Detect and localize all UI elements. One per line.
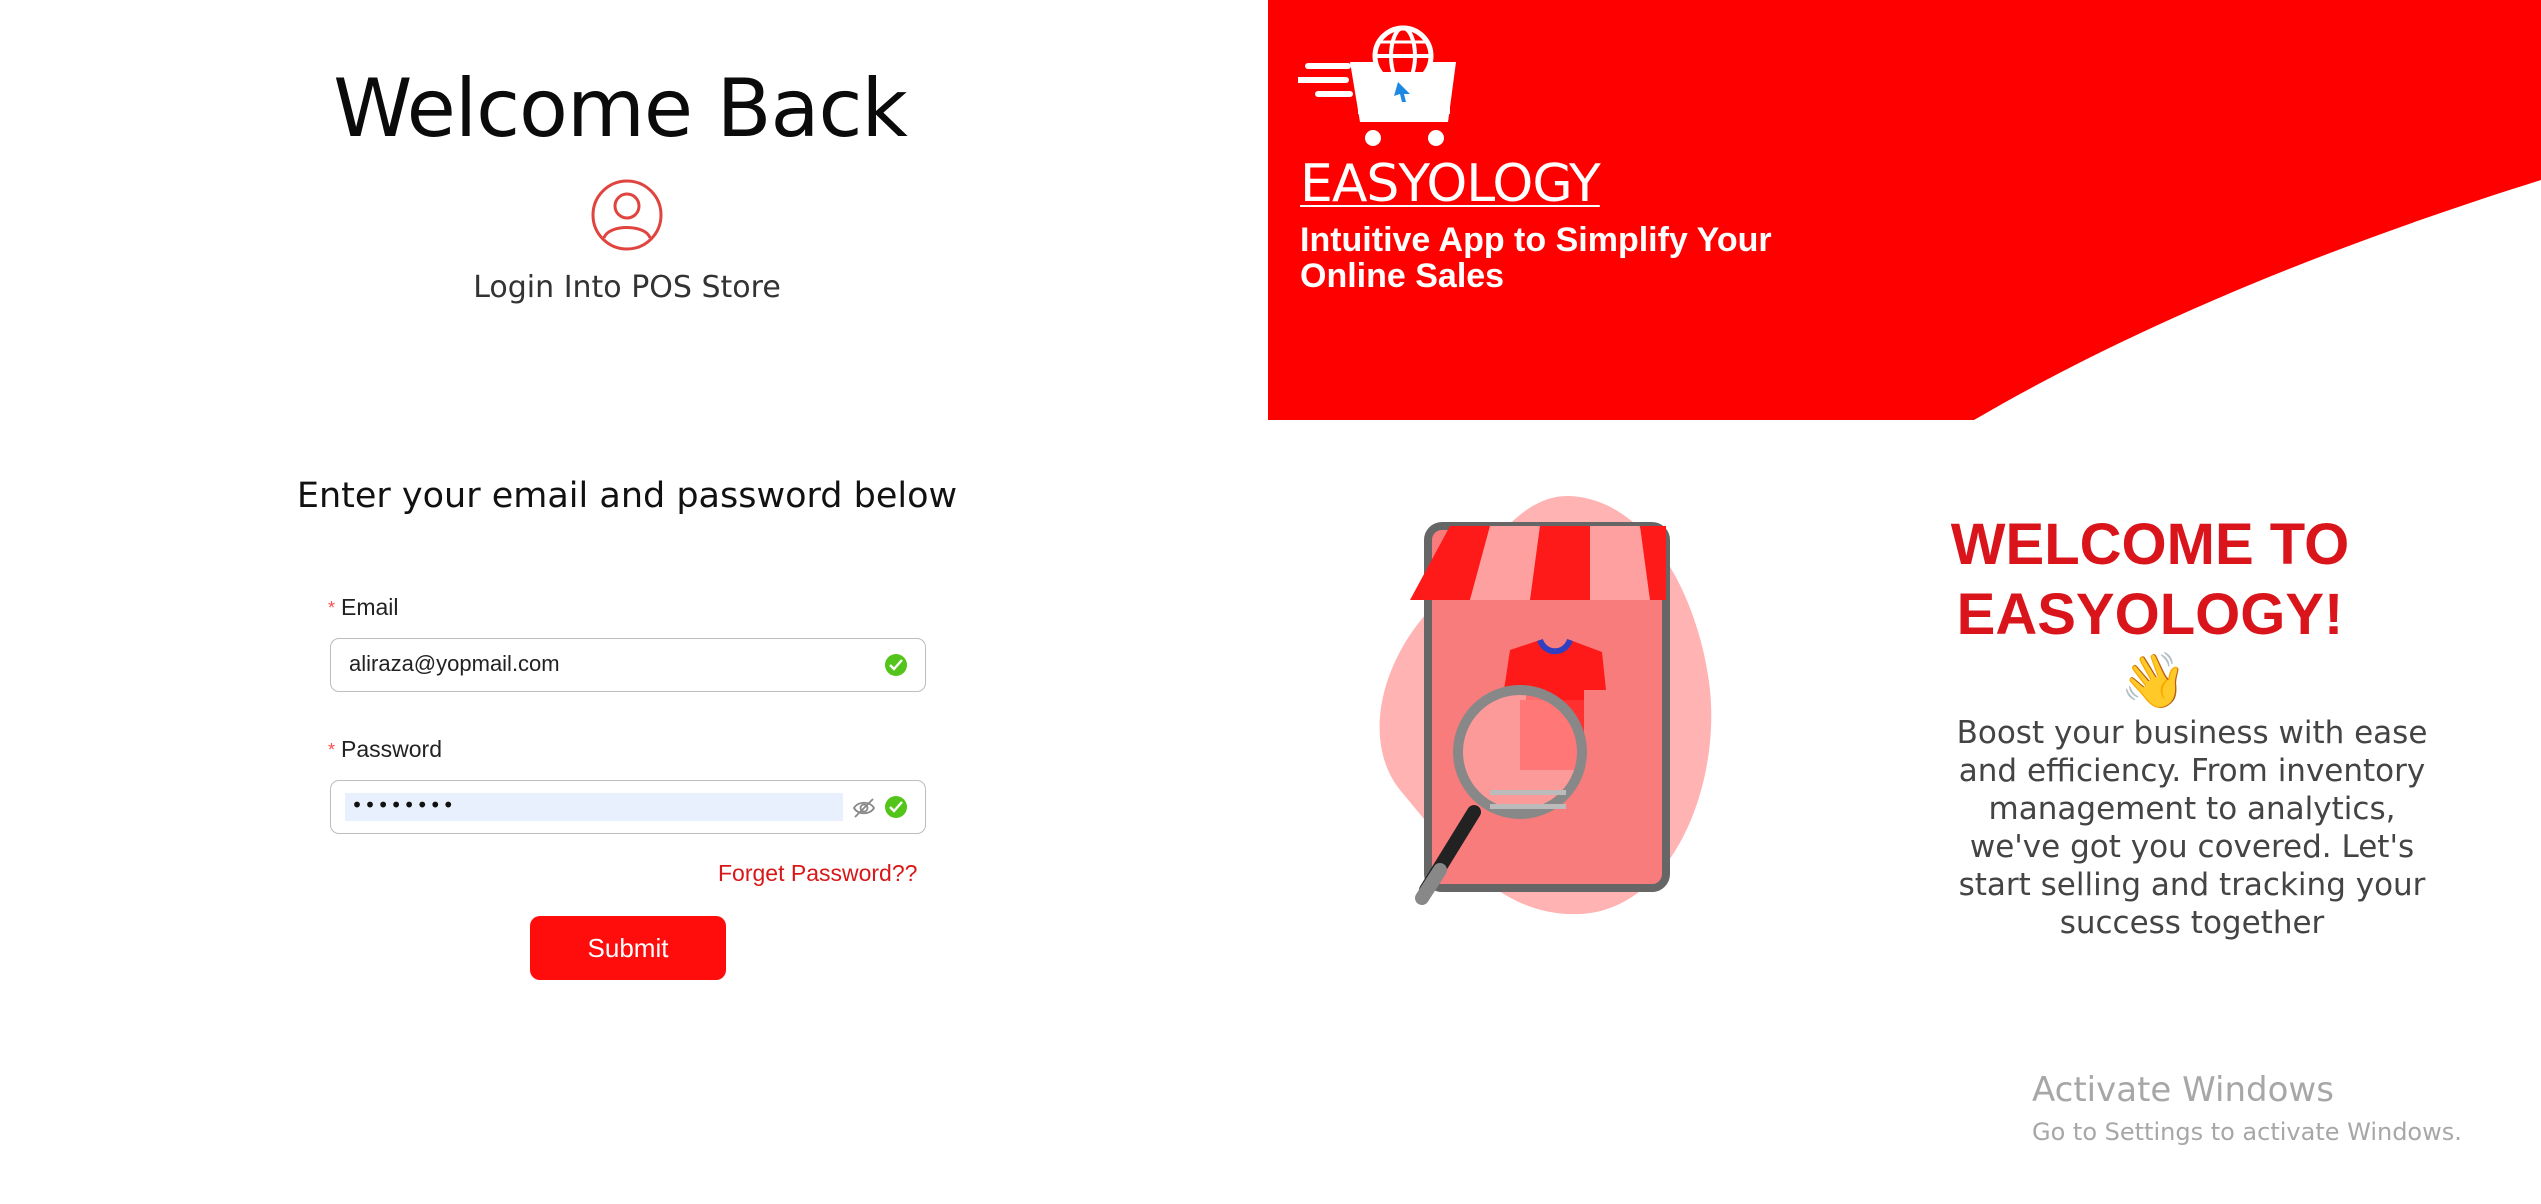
brand-name: EASYOLOGY [1300, 154, 1601, 214]
forget-password-link[interactable]: Forget Password?? [718, 860, 917, 887]
required-mark: * [328, 740, 336, 761]
required-mark: * [328, 598, 336, 619]
welcome-title: WELCOME TO EASYOLOGY! [1900, 510, 2400, 650]
welcome-title-line2: EASYOLOGY! [1956, 582, 2344, 647]
cart-globe-logo-icon [1298, 25, 1456, 146]
welcome-description: Boost your business with ease and effici… [1956, 715, 2428, 941]
login-subtitle: Login Into POS Store [473, 270, 781, 305]
activate-windows-title: Activate Windows [2032, 1070, 2334, 1110]
brand-tagline: Intuitive App to Simplify Your Online Sal… [1300, 222, 1900, 294]
password-label-text: Password [341, 736, 442, 762]
email-field[interactable]: aliraza@yopmail.com [330, 638, 926, 692]
activate-windows-subtitle: Go to Settings to activate Windows. [2032, 1118, 2462, 1146]
email-value[interactable]: aliraza@yopmail.com [349, 651, 560, 677]
check-circle-icon [885, 654, 907, 676]
waving-hand-icon: 👋 [2120, 651, 2188, 711]
password-value[interactable]: •••••••• [351, 793, 455, 817]
eye-off-icon[interactable] [851, 795, 877, 821]
user-circle-icon [591, 179, 663, 251]
password-field[interactable]: •••••••• [330, 780, 926, 834]
welcome-title-line1: WELCOME TO [1950, 512, 2350, 577]
store-phone-illustration [1379, 495, 1712, 915]
login-panel: Welcome Back Login Into POS Store Enter … [0, 0, 1268, 1204]
tagline-line2: Online Sales [1300, 257, 1505, 295]
login-instruction: Enter your email and password below [296, 476, 958, 516]
page-title: Welcome Back [333, 62, 908, 155]
email-label-text: Email [341, 594, 399, 620]
password-label: * Password [328, 736, 442, 763]
tagline-line1: Intuitive App to Simplify Your [1300, 221, 1772, 259]
submit-button[interactable]: Submit [530, 916, 726, 980]
email-label: * Email [328, 594, 399, 621]
check-circle-icon [885, 796, 907, 818]
